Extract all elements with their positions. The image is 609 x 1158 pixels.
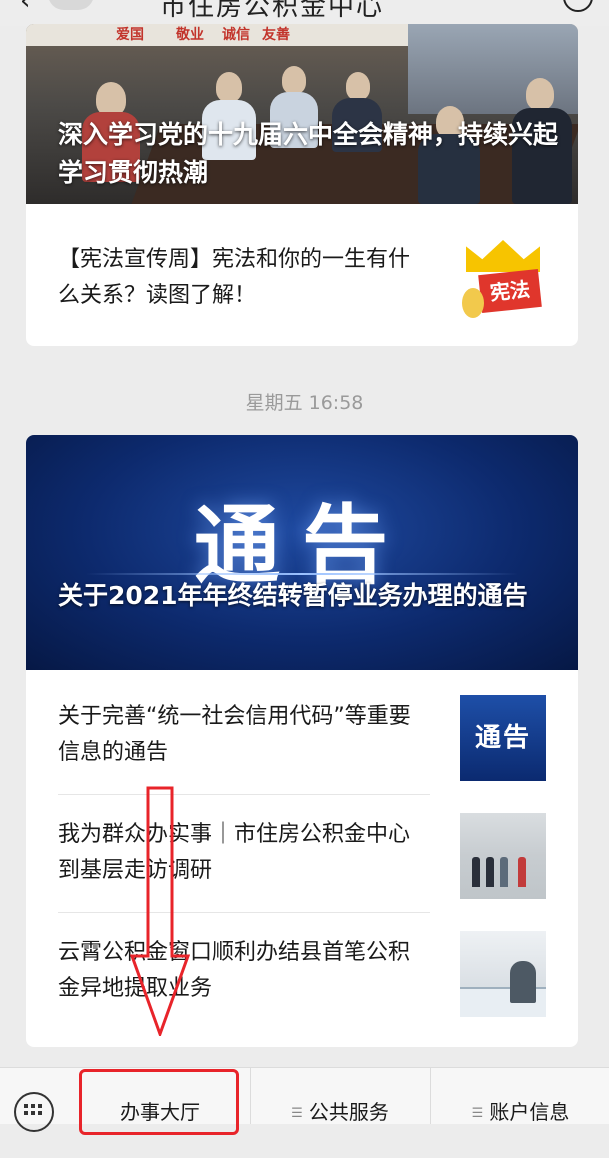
banner-word: 友善 [262,27,290,43]
article-thumbnail [460,931,546,1017]
top-nav-bar: ‹ 市住房公积金中心 [0,0,609,26]
hero-caption-1: 深入学习党的十九届六中全会精神，持续兴起学习贯彻热潮 [58,120,559,187]
person-figure [500,857,508,887]
nav-pill[interactable] [48,0,94,10]
attendee-head [216,72,242,102]
person-figure [472,857,480,887]
bottom-menu-bar: 办事大厅 ☰ 公共服务 ☰ 账户信息 [0,1067,609,1132]
hero-article-1[interactable]: 爱国 敬业 诚信 友善 深入学习党的十九届六中全会精神，持续兴起学习贯彻热潮 [26,24,578,204]
menu-tab-label: 办事大厅 [120,1100,200,1124]
menu-tab-label: 公共服务 [308,1100,389,1124]
hero-article-2[interactable]: 通告 关于2021年年终结转暂停业务办理的通告 [26,435,578,670]
menu-lines-icon: ☰ [291,1106,303,1121]
banner-word: 诚信 [222,27,250,43]
menu-tab-account-info[interactable]: ☰ 账户信息 [430,1068,609,1124]
keyboard-icon[interactable] [14,1092,54,1132]
thumb-label: 宪法 [478,268,542,314]
profile-icon[interactable] [563,0,593,12]
article-title: 我为群众办实事｜市住房公积金中心到基层走访调研 [58,822,411,883]
article-title: 【宪法宣传周】宪法和你的一生有什么关系？读图了解！ [58,247,411,308]
article-item[interactable]: 我为群众办实事｜市住房公积金中心到基层走访调研 [58,795,546,913]
article-thumbnail [460,813,546,899]
menu-tab-label: 账户信息 [489,1100,570,1124]
article-title: 关于完善“统一社会信用代码”等重要信息的通告 [58,704,411,765]
crown-icon [466,240,540,272]
attendee-head [96,82,126,116]
message-timestamp: 星期五 16:58 [245,392,364,414]
article-card-2: 通告 关于2021年年终结转暂停业务办理的通告 关于完善“统一社会信用代码”等重… [26,435,578,1047]
article-item[interactable]: 云霄公积金窗口顺利办结县首笔公积金异地提取业务 [58,913,546,1031]
attendee-head [346,72,370,100]
menu-tab-service-hall[interactable]: 办事大厅 [72,1068,248,1124]
emoji-face-icon [462,288,484,318]
person-figure [510,961,536,1003]
menu-tab-public-service[interactable]: ☰ 公共服务 [250,1068,429,1124]
hero-caption-2: 关于2021年年终结转暂停业务办理的通告 [58,581,528,610]
page-title: 市住房公积金中心 [160,0,385,22]
article-card-1: 爱国 敬业 诚信 友善 深入学习党的十九届六中全会精神，持续兴起学习贯彻热潮 【… [26,24,578,346]
banner-word: 敬业 [176,27,204,43]
article-item[interactable]: 关于完善“统一社会信用代码”等重要信息的通告 通告 [58,677,546,795]
person-figure [486,857,494,887]
article-item[interactable]: 【宪法宣传周】宪法和你的一生有什么关系？读图了解！ 宪法 [58,220,546,338]
glow-line [86,573,518,575]
article-thumbnail: 宪法 [460,238,546,324]
attendee-head [526,78,554,110]
article-thumbnail: 通告 [460,695,546,781]
article-title: 云霄公积金窗口顺利办结县首笔公积金异地提取业务 [58,940,411,1001]
attendee-head [282,66,306,94]
banner-word: 爱国 [116,27,144,43]
person-figure [518,857,526,887]
back-arrow-icon[interactable]: ‹ [20,0,30,16]
menu-lines-icon: ☰ [471,1106,484,1121]
